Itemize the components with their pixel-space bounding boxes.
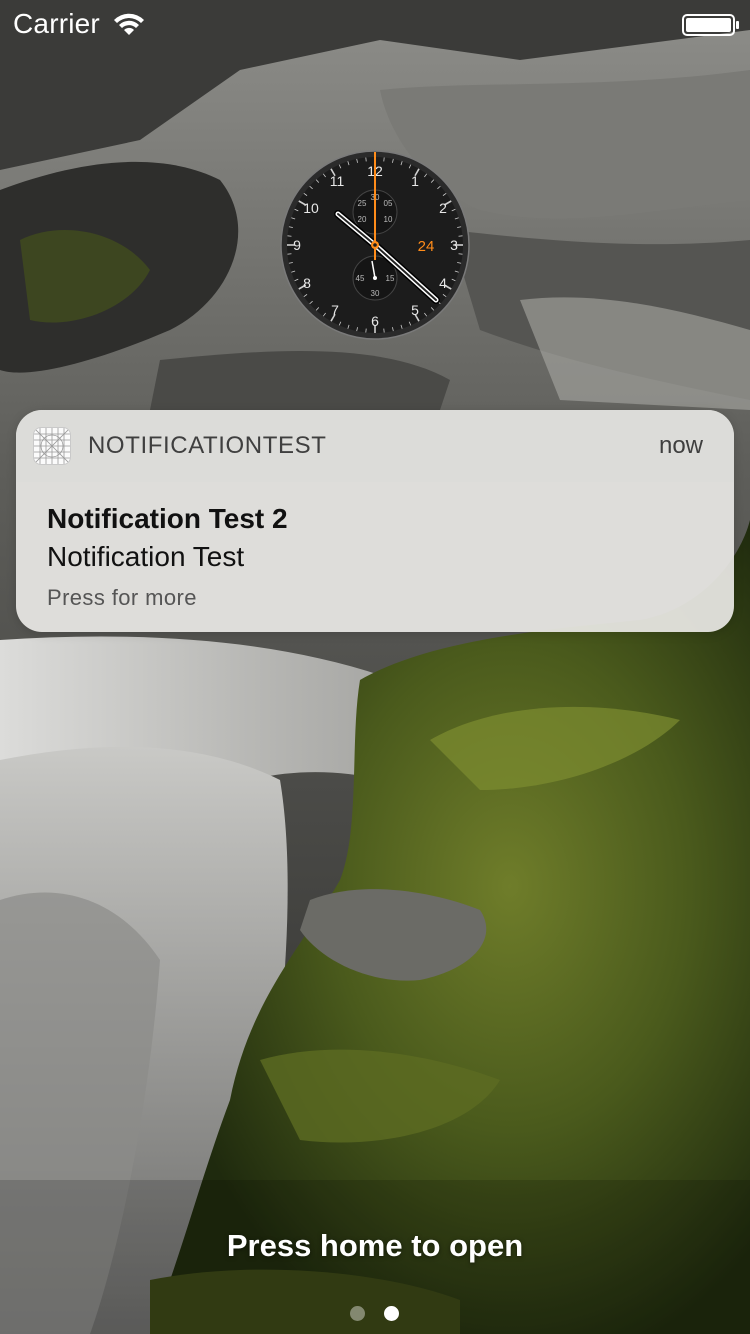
page-dot-1[interactable] [350, 1306, 365, 1321]
subdial-bottom-label: 15 [386, 274, 395, 283]
subdial-top-label: 20 [358, 215, 367, 224]
numeral-11: 11 [330, 173, 345, 189]
app-grid-icon [33, 427, 71, 465]
numeral-3: 3 [450, 237, 458, 253]
wifi-icon [114, 13, 144, 35]
carrier-label: Carrier [13, 8, 100, 39]
notification-header: NOTIFICATIONTEST now [16, 410, 734, 482]
numeral-1: 1 [411, 173, 419, 189]
numeral-2: 2 [439, 200, 447, 216]
status-bar: Carrier [0, 0, 750, 50]
notification-app-name: NOTIFICATIONTEST [88, 432, 327, 459]
notification-press-hint: Press for more [47, 585, 197, 610]
notification-body: Notification Test 2 Notification Test Pr… [16, 482, 734, 614]
subdial-top-label: 05 [384, 199, 393, 208]
numeral-7: 7 [331, 302, 339, 318]
notification-time: now [658, 432, 703, 459]
subdial-bottom-label: 45 [356, 274, 365, 283]
lock-screen: Carrier 12 1 2 3 4 5 6 7 8 9 10 11 [0, 0, 750, 1334]
page-indicator[interactable] [0, 1306, 750, 1322]
page-dot-2-active[interactable] [384, 1306, 399, 1321]
notification-title: Notification Test 2 [47, 503, 288, 534]
numeral-6: 6 [371, 313, 379, 329]
notification-banner[interactable]: NOTIFICATIONTEST now Notification Test 2… [16, 410, 734, 632]
date-label: 24 [418, 238, 435, 255]
numeral-5: 5 [411, 302, 419, 318]
numeral-10: 10 [303, 200, 319, 216]
numeral-4: 4 [439, 275, 447, 291]
battery-full-icon [682, 14, 739, 36]
notification-message: Notification Test [47, 541, 245, 572]
numeral-8: 8 [303, 275, 311, 291]
subdial-top-label: 10 [384, 215, 393, 224]
subdial-top-label: 25 [358, 199, 367, 208]
press-home-hint: Press home to open [226, 1228, 524, 1263]
clock-widget[interactable]: 12 1 2 3 4 5 6 7 8 9 10 11 30 25 05 20 1… [280, 150, 470, 340]
subdial-bottom-label: 30 [371, 289, 380, 298]
numeral-9: 9 [293, 237, 301, 253]
